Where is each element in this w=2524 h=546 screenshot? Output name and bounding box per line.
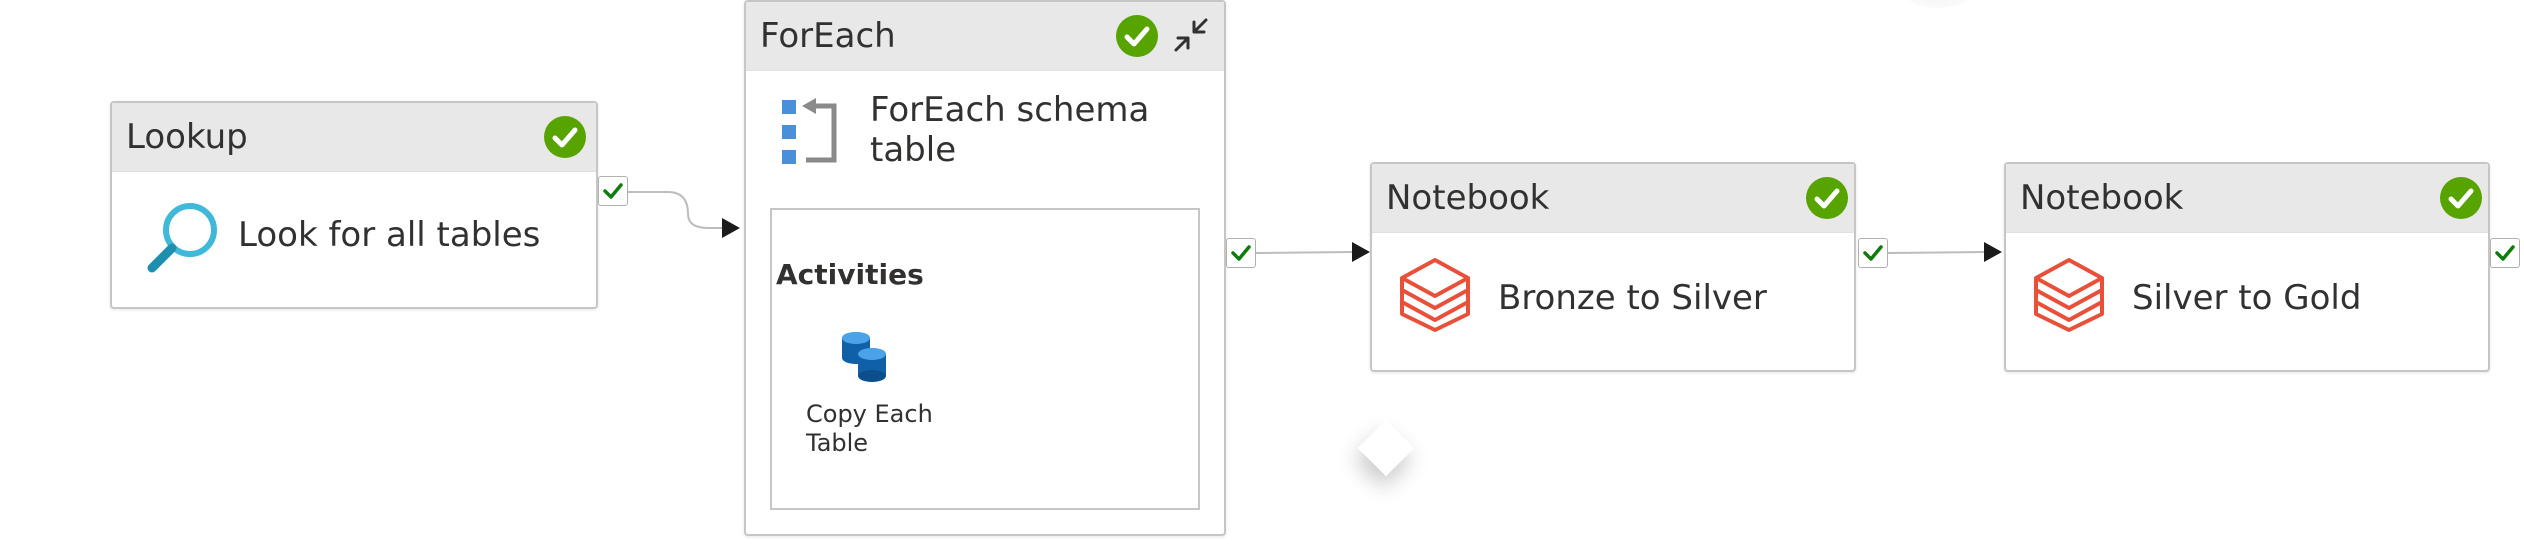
notebook-silver-to-gold[interactable]: Notebook Silver to Gold xyxy=(2004,162,2490,372)
connector-foreach-notebook1 xyxy=(1255,251,1353,254)
notebook-bronze-to-silver[interactable]: Notebook Bronze to Silver xyxy=(1370,162,1856,372)
canvas-diamond-handle[interactable] xyxy=(1357,419,1415,477)
connector-lookup-foreach xyxy=(628,191,722,229)
arrow-notebook1-notebook2 xyxy=(1984,242,2002,262)
copy-activity-name-line1: Copy Each xyxy=(806,400,933,428)
foreach-success-output-port[interactable] xyxy=(1226,238,1256,268)
connector-notebook1-notebook2 xyxy=(1887,251,1985,254)
search-icon xyxy=(147,203,217,273)
arrow-lookup-foreach xyxy=(722,218,740,238)
lookup-success-icon xyxy=(544,116,586,158)
copy-data-icon xyxy=(842,332,886,382)
foreach-header: ForEach xyxy=(746,2,1224,71)
collapse-icon[interactable] xyxy=(1166,10,1216,60)
foreach-type-label: ForEach xyxy=(760,16,896,56)
notebook1-activity-name: Bronze to Silver xyxy=(1498,278,1767,318)
copy-each-table-activity[interactable]: Copy Each Table xyxy=(798,330,958,480)
notebook2-header: Notebook xyxy=(2006,164,2488,233)
lookup-success-output-port[interactable] xyxy=(598,176,628,206)
notebook1-success-icon xyxy=(1806,177,1848,219)
activities-label: Activities xyxy=(776,258,924,291)
arrow-foreach-notebook1 xyxy=(1352,242,1370,262)
lookup-activity-name: Look for all tables xyxy=(238,215,541,255)
foreach-activity[interactable]: ForEach ForEach schema table Activities xyxy=(744,0,1226,536)
notebook1-header: Notebook xyxy=(1372,164,1854,233)
notebook2-success-icon xyxy=(2440,177,2482,219)
copy-activity-name-line2: Table xyxy=(806,429,869,457)
notebook2-type-label: Notebook xyxy=(2020,178,2184,218)
canvas-shadow-artifact xyxy=(1898,0,1978,8)
foreach-activity-name-line1: ForEach schema xyxy=(870,90,1150,130)
databricks-icon xyxy=(2034,258,2104,332)
notebook2-activity-name: Silver to Gold xyxy=(2132,278,2362,318)
foreach-icon xyxy=(782,98,837,164)
lookup-activity[interactable]: Lookup Look for all tables xyxy=(110,101,598,309)
notebook2-success-output-port[interactable] xyxy=(2490,238,2520,268)
foreach-activity-name-line2: table xyxy=(870,130,957,170)
foreach-success-icon xyxy=(1116,15,1158,57)
notebook1-success-output-port[interactable] xyxy=(1858,238,1888,268)
notebook1-type-label: Notebook xyxy=(1386,178,1550,218)
databricks-icon xyxy=(1400,258,1470,332)
lookup-header: Lookup xyxy=(112,103,596,172)
lookup-type-label: Lookup xyxy=(126,117,248,157)
foreach-activities-container[interactable]: Activities Copy Each Table xyxy=(770,208,1200,510)
